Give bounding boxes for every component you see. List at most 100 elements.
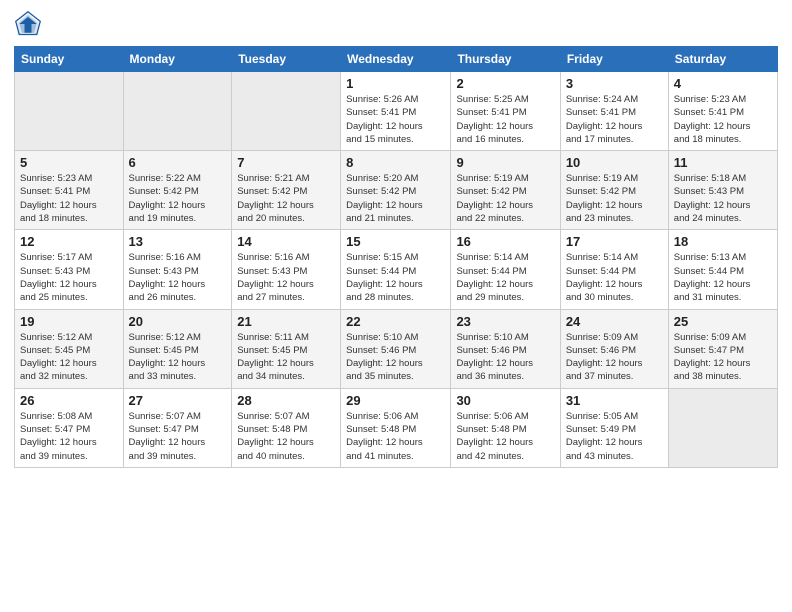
logo: [14, 10, 46, 38]
calendar-cell: 23 Sunrise: 5:10 AM Sunset: 5:46 PM Dayli…: [451, 309, 560, 388]
calendar-cell: 19 Sunrise: 5:12 AM Sunset: 5:45 PM Dayli…: [15, 309, 124, 388]
day-number: 19: [20, 314, 118, 329]
day-number: 13: [129, 234, 227, 249]
day-info: Sunrise: 5:11 AM Sunset: 5:45 PM Dayligh…: [237, 331, 335, 384]
calendar-cell: 14Sunrise: 5:16 AM Sunset: 5:43 PM Dayli…: [232, 230, 341, 309]
calendar-cell: 12 Sunrise: 5:17 AM Sunset: 5:43 PM Dayli…: [15, 230, 124, 309]
day-number: 16: [456, 234, 554, 249]
calendar-cell: 1Sunrise: 5:26 AM Sunset: 5:41 PM Daylig…: [341, 72, 451, 151]
day-number: 29: [346, 393, 445, 408]
day-info: Sunrise: 5:12 AM Sunset: 5:45 PM Dayligh…: [129, 331, 227, 384]
day-number: 18: [674, 234, 772, 249]
calendar-cell: 29 Sunrise: 5:06 AM Sunset: 5:48 PM Dayli…: [341, 388, 451, 467]
calendar-row-4: 26 Sunrise: 5:08 AM Sunset: 5:47 PM Dayli…: [15, 388, 778, 467]
day-info: Sunrise: 5:06 AM Sunset: 5:48 PM Dayligh…: [346, 410, 445, 463]
weekday-header-friday: Friday: [560, 47, 668, 72]
logo-icon: [14, 10, 42, 38]
calendar-row-0: 1Sunrise: 5:26 AM Sunset: 5:41 PM Daylig…: [15, 72, 778, 151]
day-number: 22: [346, 314, 445, 329]
day-info: Sunrise: 5:07 AM Sunset: 5:47 PM Dayligh…: [129, 410, 227, 463]
day-info: Sunrise: 5:21 AM Sunset: 5:42 PM Dayligh…: [237, 172, 335, 225]
day-info: Sunrise: 5:19 AM Sunset: 5:42 PM Dayligh…: [566, 172, 663, 225]
day-info: Sunrise: 5:10 AM Sunset: 5:46 PM Dayligh…: [346, 331, 445, 384]
calendar-cell: 5 Sunrise: 5:23 AM Sunset: 5:41 PM Daylig…: [15, 151, 124, 230]
calendar-cell: 13 Sunrise: 5:16 AM Sunset: 5:43 PM Dayli…: [123, 230, 232, 309]
day-info: Sunrise: 5:14 AM Sunset: 5:44 PM Dayligh…: [456, 251, 554, 304]
day-info: Sunrise: 5:20 AM Sunset: 5:42 PM Dayligh…: [346, 172, 445, 225]
calendar: SundayMondayTuesdayWednesdayThursdayFrid…: [14, 46, 778, 468]
calendar-cell: 27 Sunrise: 5:07 AM Sunset: 5:47 PM Dayli…: [123, 388, 232, 467]
day-number: 5: [20, 155, 118, 170]
day-info: Sunrise: 5:24 AM Sunset: 5:41 PM Dayligh…: [566, 93, 663, 146]
calendar-cell: 25 Sunrise: 5:09 AM Sunset: 5:47 PM Dayli…: [668, 309, 777, 388]
day-number: 31: [566, 393, 663, 408]
day-info: Sunrise: 5:09 AM Sunset: 5:46 PM Dayligh…: [566, 331, 663, 384]
day-info: Sunrise: 5:10 AM Sunset: 5:46 PM Dayligh…: [456, 331, 554, 384]
calendar-cell: [232, 72, 341, 151]
day-info: Sunrise: 5:19 AM Sunset: 5:42 PM Dayligh…: [456, 172, 554, 225]
weekday-header-sunday: Sunday: [15, 47, 124, 72]
day-number: 2: [456, 76, 554, 91]
calendar-cell: 7 Sunrise: 5:21 AM Sunset: 5:42 PM Daylig…: [232, 151, 341, 230]
day-number: 28: [237, 393, 335, 408]
day-number: 25: [674, 314, 772, 329]
day-info: Sunrise: 5:22 AM Sunset: 5:42 PM Dayligh…: [129, 172, 227, 225]
weekday-header-monday: Monday: [123, 47, 232, 72]
day-number: 26: [20, 393, 118, 408]
calendar-row-3: 19 Sunrise: 5:12 AM Sunset: 5:45 PM Dayli…: [15, 309, 778, 388]
calendar-cell: 30 Sunrise: 5:06 AM Sunset: 5:48 PM Dayli…: [451, 388, 560, 467]
day-number: 24: [566, 314, 663, 329]
day-number: 30: [456, 393, 554, 408]
day-info: Sunrise: 5:23 AM Sunset: 5:41 PM Dayligh…: [20, 172, 118, 225]
day-number: 3: [566, 76, 663, 91]
calendar-cell: [15, 72, 124, 151]
day-number: 10: [566, 155, 663, 170]
weekday-header-thursday: Thursday: [451, 47, 560, 72]
calendar-cell: 24 Sunrise: 5:09 AM Sunset: 5:46 PM Dayli…: [560, 309, 668, 388]
calendar-cell: [668, 388, 777, 467]
day-info: Sunrise: 5:12 AM Sunset: 5:45 PM Dayligh…: [20, 331, 118, 384]
day-number: 7: [237, 155, 335, 170]
day-number: 11: [674, 155, 772, 170]
day-number: 20: [129, 314, 227, 329]
day-number: 27: [129, 393, 227, 408]
day-info: Sunrise: 5:14 AM Sunset: 5:44 PM Dayligh…: [566, 251, 663, 304]
page: SundayMondayTuesdayWednesdayThursdayFrid…: [0, 0, 792, 612]
day-info: Sunrise: 5:15 AM Sunset: 5:44 PM Dayligh…: [346, 251, 445, 304]
day-info: Sunrise: 5:07 AM Sunset: 5:48 PM Dayligh…: [237, 410, 335, 463]
day-number: 15: [346, 234, 445, 249]
calendar-cell: 31Sunrise: 5:05 AM Sunset: 5:49 PM Dayli…: [560, 388, 668, 467]
weekday-header-saturday: Saturday: [668, 47, 777, 72]
day-number: 8: [346, 155, 445, 170]
weekday-header-wednesday: Wednesday: [341, 47, 451, 72]
day-info: Sunrise: 5:18 AM Sunset: 5:43 PM Dayligh…: [674, 172, 772, 225]
weekday-header-row: SundayMondayTuesdayWednesdayThursdayFrid…: [15, 47, 778, 72]
day-number: 12: [20, 234, 118, 249]
calendar-cell: 8 Sunrise: 5:20 AM Sunset: 5:42 PM Daylig…: [341, 151, 451, 230]
header: [14, 10, 778, 38]
calendar-cell: 4Sunrise: 5:23 AM Sunset: 5:41 PM Daylig…: [668, 72, 777, 151]
day-info: Sunrise: 5:08 AM Sunset: 5:47 PM Dayligh…: [20, 410, 118, 463]
calendar-cell: 2Sunrise: 5:25 AM Sunset: 5:41 PM Daylig…: [451, 72, 560, 151]
day-info: Sunrise: 5:06 AM Sunset: 5:48 PM Dayligh…: [456, 410, 554, 463]
calendar-row-1: 5 Sunrise: 5:23 AM Sunset: 5:41 PM Daylig…: [15, 151, 778, 230]
day-info: Sunrise: 5:23 AM Sunset: 5:41 PM Dayligh…: [674, 93, 772, 146]
day-number: 9: [456, 155, 554, 170]
calendar-cell: 28 Sunrise: 5:07 AM Sunset: 5:48 PM Dayli…: [232, 388, 341, 467]
calendar-cell: 3 Sunrise: 5:24 AM Sunset: 5:41 PM Daylig…: [560, 72, 668, 151]
calendar-cell: 18 Sunrise: 5:13 AM Sunset: 5:44 PM Dayli…: [668, 230, 777, 309]
calendar-cell: 20 Sunrise: 5:12 AM Sunset: 5:45 PM Dayli…: [123, 309, 232, 388]
calendar-cell: [123, 72, 232, 151]
day-info: Sunrise: 5:16 AM Sunset: 5:43 PM Dayligh…: [237, 251, 335, 304]
day-number: 23: [456, 314, 554, 329]
day-info: Sunrise: 5:16 AM Sunset: 5:43 PM Dayligh…: [129, 251, 227, 304]
day-info: Sunrise: 5:09 AM Sunset: 5:47 PM Dayligh…: [674, 331, 772, 384]
calendar-cell: 26 Sunrise: 5:08 AM Sunset: 5:47 PM Dayli…: [15, 388, 124, 467]
day-info: Sunrise: 5:13 AM Sunset: 5:44 PM Dayligh…: [674, 251, 772, 304]
calendar-cell: 21Sunrise: 5:11 AM Sunset: 5:45 PM Dayli…: [232, 309, 341, 388]
calendar-cell: 15 Sunrise: 5:15 AM Sunset: 5:44 PM Dayli…: [341, 230, 451, 309]
weekday-header-tuesday: Tuesday: [232, 47, 341, 72]
calendar-cell: 22 Sunrise: 5:10 AM Sunset: 5:46 PM Dayli…: [341, 309, 451, 388]
day-number: 17: [566, 234, 663, 249]
day-info: Sunrise: 5:17 AM Sunset: 5:43 PM Dayligh…: [20, 251, 118, 304]
